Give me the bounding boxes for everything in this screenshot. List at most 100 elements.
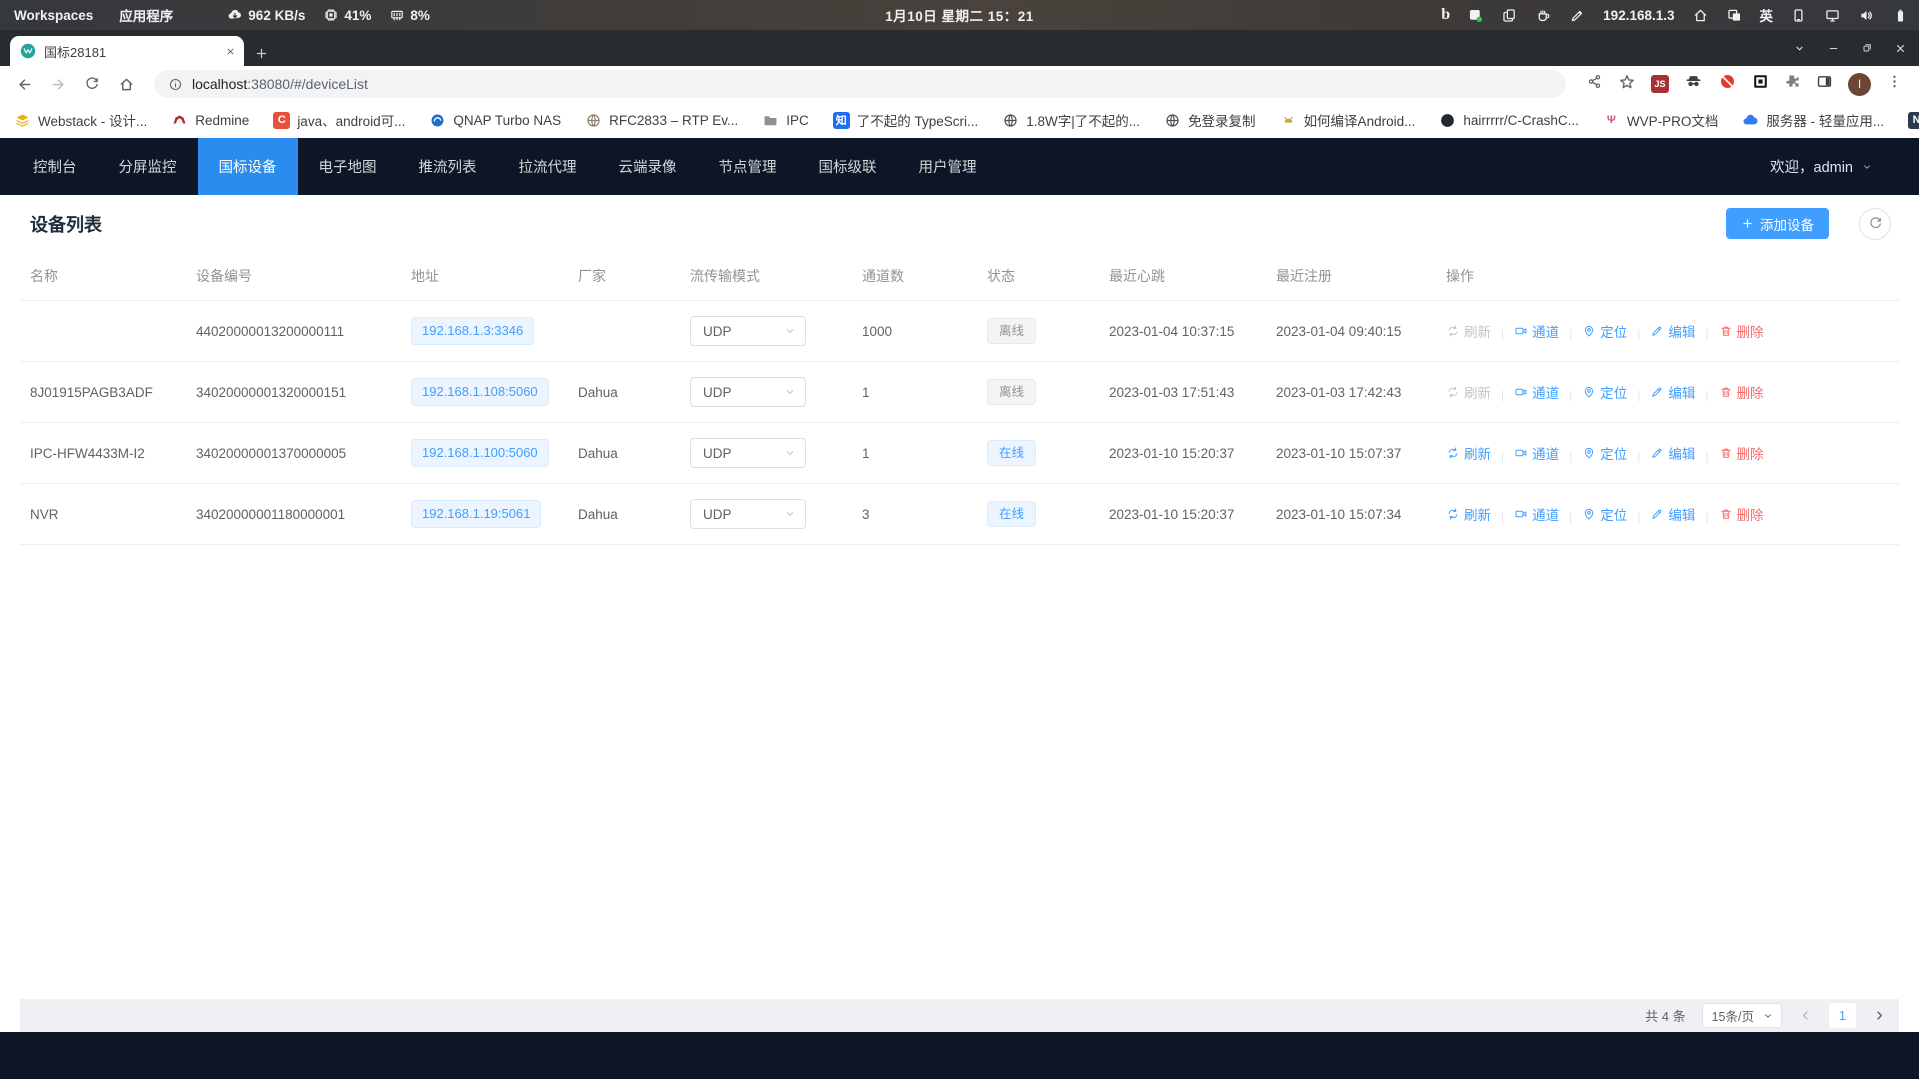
stream-mode-select[interactable]: UDP — [690, 499, 806, 529]
network-speed: 962 KB/s — [227, 7, 305, 23]
color-picker-indicator[interactable] — [1569, 7, 1586, 24]
action-edit[interactable]: 编辑 — [1650, 382, 1695, 402]
bookmark-item[interactable]: QNAP Turbo NAS — [429, 112, 561, 129]
action-refresh[interactable]: 刷新 — [1446, 504, 1491, 524]
action-channels[interactable]: 通道 — [1514, 504, 1559, 524]
browser-back-button[interactable] — [10, 70, 38, 98]
stream-mode-select[interactable]: UDP — [690, 316, 806, 346]
nav-item-用户管理[interactable]: 用户管理 — [898, 138, 998, 195]
bookmark-item[interactable]: IPC — [762, 112, 809, 129]
clipboard-indicator[interactable] — [1501, 7, 1518, 24]
action-locate[interactable]: 定位 — [1582, 321, 1627, 341]
action-locate[interactable]: 定位 — [1582, 382, 1627, 402]
action-locate[interactable]: 定位 — [1582, 443, 1627, 463]
volume-indicator[interactable] — [1858, 7, 1875, 24]
action-refresh[interactable]: 刷新 — [1446, 382, 1491, 402]
chevron-down-icon — [1861, 161, 1873, 173]
cell-device-id: 44020000013200000111 — [186, 301, 401, 362]
bookmark-item[interactable]: ΨWVP-PRO文档 — [1603, 110, 1719, 130]
window-switcher-indicator[interactable] — [1726, 7, 1743, 24]
extension-js-icon[interactable]: JS — [1651, 75, 1669, 93]
system-clock[interactable]: 1月10日 星期二 15：21 — [885, 5, 1034, 25]
profile-avatar[interactable]: I — [1848, 73, 1871, 96]
page-size-select[interactable]: 15条/页 — [1702, 1003, 1782, 1028]
browser-forward-button[interactable] — [44, 70, 72, 98]
applications-menu[interactable]: 应用程序 — [119, 5, 173, 25]
action-delete[interactable]: 删除 — [1719, 382, 1764, 402]
action-channels[interactable]: 通道 — [1514, 382, 1559, 402]
nav-item-推流列表[interactable]: 推流列表 — [398, 138, 498, 195]
nav-item-云端录像[interactable]: 云端录像 — [598, 138, 698, 195]
bookmark-item[interactable]: 知了不起的 TypeScri... — [833, 110, 979, 130]
action-edit[interactable]: 编辑 — [1650, 443, 1695, 463]
cell-registered: 2023-01-04 09:40:15 — [1266, 301, 1436, 362]
nav-item-控制台[interactable]: 控制台 — [12, 138, 98, 195]
bookmark-star-icon[interactable] — [1618, 73, 1636, 96]
ip-address[interactable]: 192.168.1.3 — [1603, 8, 1674, 23]
column-header: 状态 — [977, 252, 1099, 301]
bing-indicator[interactable]: b — [1441, 7, 1450, 23]
bookmark-item[interactable]: Cjava、android可... — [273, 110, 405, 130]
nav-item-分屏监控[interactable]: 分屏监控 — [98, 138, 198, 195]
input-method-indicator[interactable]: 英 — [1760, 5, 1774, 25]
home-indicator[interactable] — [1692, 7, 1709, 24]
nav-item-电子地图[interactable]: 电子地图 — [298, 138, 398, 195]
site-info-icon[interactable] — [168, 77, 183, 92]
side-panel-icon[interactable] — [1816, 73, 1833, 95]
window-minimize-icon[interactable] — [1827, 42, 1840, 55]
nav-item-拉流代理[interactable]: 拉流代理 — [498, 138, 598, 195]
action-delete[interactable]: 删除 — [1719, 504, 1764, 524]
browser-tab[interactable]: 国标28181 — [10, 36, 244, 66]
share-icon[interactable] — [1586, 73, 1603, 95]
action-refresh[interactable]: 刷新 — [1446, 443, 1491, 463]
extension-screenshot-icon[interactable] — [1752, 73, 1769, 95]
action-delete[interactable]: 删除 — [1719, 443, 1764, 463]
pagination-prev-button[interactable] — [1798, 1008, 1813, 1023]
bookmark-item[interactable]: Redmine — [171, 112, 249, 129]
bookmark-item[interactable]: Webstack - 设计... — [14, 110, 147, 130]
action-refresh[interactable]: 刷新 — [1446, 321, 1491, 341]
window-close-icon[interactable] — [1894, 42, 1907, 55]
address-bar[interactable]: localhost:38080/#/deviceList — [154, 70, 1566, 98]
action-locate[interactable]: 定位 — [1582, 504, 1627, 524]
menu-kebab-icon[interactable] — [1886, 73, 1903, 95]
nav-item-国标设备[interactable]: 国标设备 — [198, 138, 298, 195]
nav-item-节点管理[interactable]: 节点管理 — [698, 138, 798, 195]
user-menu[interactable]: 欢迎，admin — [1770, 138, 1873, 195]
action-channels[interactable]: 通道 — [1514, 443, 1559, 463]
action-delete[interactable]: 删除 — [1719, 321, 1764, 341]
extension-adblock-icon[interactable] — [1718, 72, 1737, 96]
action-edit[interactable]: 编辑 — [1650, 321, 1695, 341]
notes-app-indicator[interactable] — [1467, 7, 1484, 24]
action-edit[interactable]: 编辑 — [1650, 504, 1695, 524]
bookmark-item[interactable]: hairrrrr/C-CrashC... — [1439, 112, 1579, 129]
table-row: 44020000013200000111 192.168.1.3:3346 UD… — [20, 301, 1899, 362]
stream-mode-select[interactable]: UDP — [690, 377, 806, 407]
action-channels[interactable]: 通道 — [1514, 321, 1559, 341]
tab-close-icon[interactable] — [225, 46, 236, 57]
bookmark-item[interactable]: 1.8W字|了不起的... — [1002, 110, 1140, 130]
bookmark-item[interactable]: NHDAtmos :: 种子 *... — [1908, 110, 1919, 130]
extension-incognito-icon[interactable] — [1684, 72, 1703, 96]
pagination-page-1[interactable]: 1 — [1829, 1003, 1856, 1028]
tab-search-icon[interactable] — [1793, 42, 1806, 55]
stream-mode-select[interactable]: UDP — [690, 438, 806, 468]
display-indicator[interactable] — [1824, 7, 1841, 24]
window-restore-icon[interactable] — [1861, 42, 1873, 54]
extensions-puzzle-icon[interactable] — [1784, 73, 1801, 95]
browser-reload-button[interactable] — [78, 70, 106, 98]
bookmark-item[interactable]: RFC2833 – RTP Ev... — [585, 112, 738, 129]
bookmark-item[interactable]: 服务器 - 轻量应用... — [1742, 110, 1884, 130]
refresh-list-button[interactable] — [1859, 208, 1891, 240]
workspaces-button[interactable]: Workspaces — [14, 8, 93, 23]
browser-home-button[interactable] — [112, 70, 140, 98]
bookmark-item[interactable]: 免登录复制 — [1164, 110, 1256, 130]
screen-rotate-indicator[interactable] — [1790, 7, 1807, 24]
add-device-button[interactable]: 添加设备 — [1726, 208, 1829, 239]
pagination-next-button[interactable] — [1872, 1008, 1887, 1023]
battery-indicator[interactable] — [1892, 7, 1909, 24]
new-tab-button[interactable] — [254, 46, 269, 61]
nav-item-国标级联[interactable]: 国标级联 — [798, 138, 898, 195]
coffee-indicator[interactable] — [1535, 7, 1552, 24]
bookmark-item[interactable]: 如何编译Android... — [1280, 110, 1416, 130]
